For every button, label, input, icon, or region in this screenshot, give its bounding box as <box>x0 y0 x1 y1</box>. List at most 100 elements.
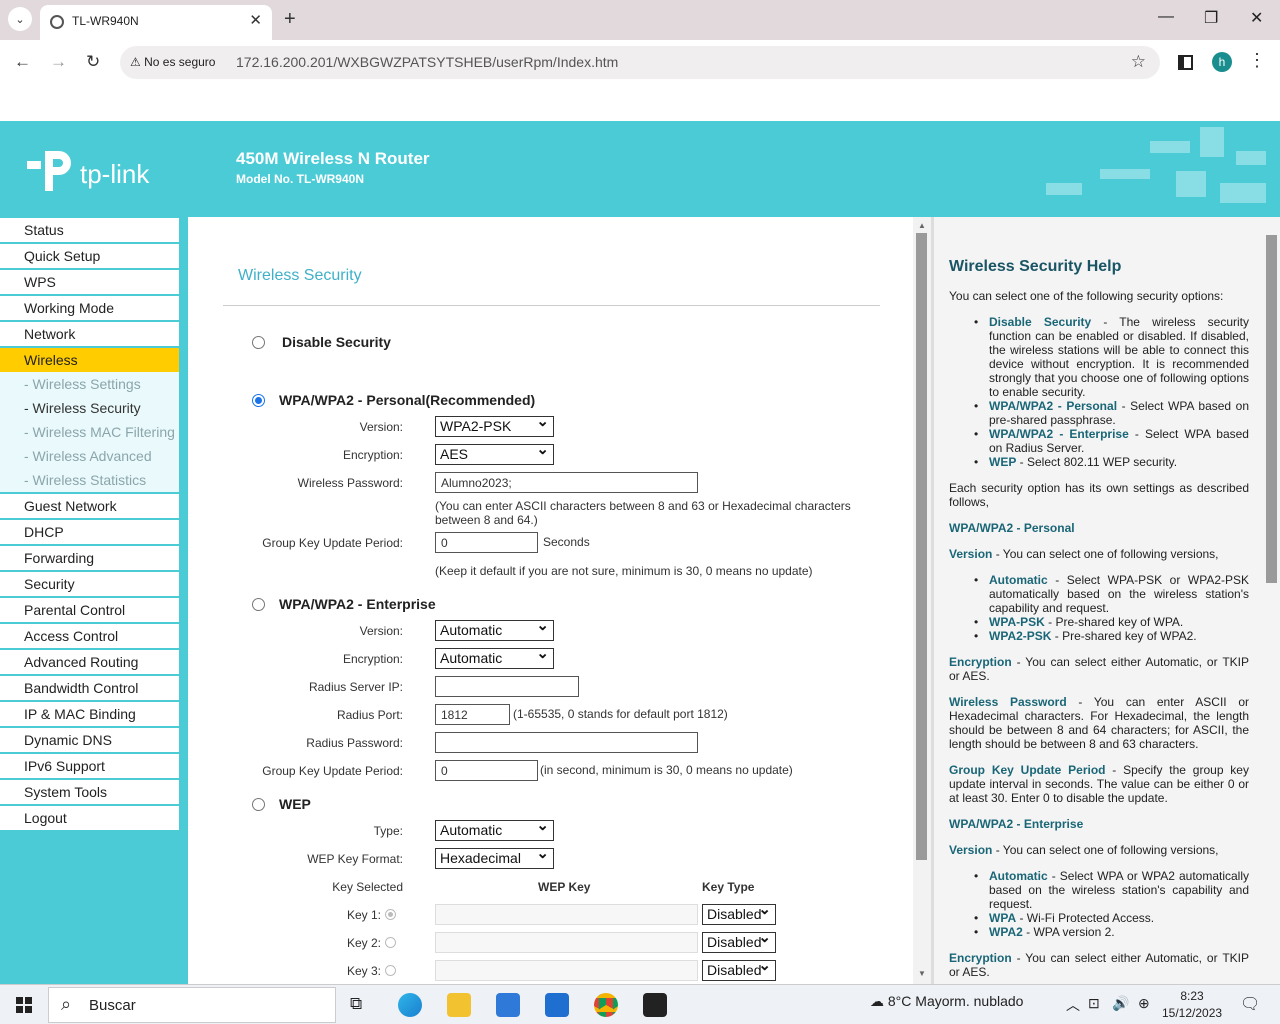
menu-item-ip-mac-binding[interactable]: IP & MAC Binding <box>0 702 179 726</box>
store-icon[interactable] <box>496 993 520 1017</box>
browser-tab[interactable]: TL-WR940N ✕ <box>40 5 272 40</box>
main-scrollbar[interactable]: ▲ ▼ <box>913 217 931 984</box>
address-bar[interactable]: ⚠ No es seguro 172.16.200.201/WXBGWZPATS… <box>120 46 1160 79</box>
key-1-type-select[interactable]: Disabled <box>702 900 776 925</box>
radius-ip-input[interactable] <box>435 676 579 697</box>
network-icon[interactable]: ⊡ <box>1088 995 1100 1012</box>
radius-port-input[interactable]: 1812 <box>435 704 510 725</box>
submenu-wireless-settings[interactable]: - Wireless Settings <box>0 372 179 396</box>
scroll-down-icon[interactable]: ▼ <box>918 969 926 978</box>
menu-item-system-tools[interactable]: System Tools <box>0 780 179 804</box>
profile-avatar[interactable]: h <box>1212 52 1232 72</box>
menu-item-dhcp[interactable]: DHCP <box>0 520 179 544</box>
language-icon[interactable]: ⊕ <box>1138 995 1150 1012</box>
weather-widget[interactable]: ☁ 8°C Mayorm. nublado <box>870 993 1023 1010</box>
menu-item-status[interactable]: Status <box>0 218 179 242</box>
menu-item-wireless[interactable]: Wireless <box>0 348 179 372</box>
menu-item-working-mode[interactable]: Working Mode <box>0 296 179 320</box>
notifications-icon[interactable]: 🗨 <box>1240 994 1260 1014</box>
wep-radio[interactable] <box>252 798 265 811</box>
menu-item-forwarding[interactable]: Forwarding <box>0 546 179 570</box>
wep-type-select[interactable]: Automatic <box>435 816 554 841</box>
key-1-radio[interactable] <box>385 909 396 920</box>
reload-icon[interactable]: ↻ <box>86 52 100 72</box>
menu-item-advanced-routing[interactable]: Advanced Routing <box>0 650 179 674</box>
personal-version-select[interactable]: WPA2-PSK <box>435 412 554 437</box>
menu-item-bandwidth-control[interactable]: Bandwidth Control <box>0 676 179 700</box>
wpa-enterprise-radio[interactable] <box>252 598 265 611</box>
window-close-icon[interactable]: ✕ <box>1250 8 1263 28</box>
help-version-item: Automatic - Select WPA-PSK or WPA2-PSK a… <box>974 573 1249 615</box>
task-view-icon[interactable]: ⧉ <box>350 994 362 1014</box>
disable-security-radio[interactable] <box>252 336 265 349</box>
restore-icon[interactable]: ❐ <box>1204 8 1218 28</box>
radius-password-input[interactable] <box>435 732 698 753</box>
mail-icon[interactable] <box>545 993 569 1017</box>
seconds-label: Seconds <box>543 535 590 549</box>
minimize-icon[interactable]: — <box>1158 8 1174 26</box>
submenu-wireless-advanced[interactable]: - Wireless Advanced <box>0 444 179 468</box>
globe-icon <box>50 15 64 29</box>
key-2-type-select[interactable]: Disabled <box>702 928 776 953</box>
volume-icon[interactable]: 🔊 <box>1112 995 1129 1012</box>
edge-icon[interactable] <box>398 993 422 1017</box>
key-1-input[interactable] <box>435 904 698 925</box>
header-decoration <box>1046 183 1082 195</box>
key-3-input[interactable] <box>435 960 698 981</box>
main-scrollbar-thumb[interactable] <box>916 233 927 860</box>
bookmark-star-icon[interactable]: ☆ <box>1131 52 1146 72</box>
browser-toolbar: ← → ↻ ⚠ No es seguro 172.16.200.201/WXBG… <box>0 40 1280 86</box>
menu-item-parental-control[interactable]: Parental Control <box>0 598 179 622</box>
browser-menu-icon[interactable]: ⋮ <box>1248 50 1266 71</box>
menu-item-quick-setup[interactable]: Quick Setup <box>0 244 179 268</box>
new-tab-plus-icon[interactable]: + <box>284 8 296 31</box>
menu-item-dynamic-dns[interactable]: Dynamic DNS <box>0 728 179 752</box>
key-2-input[interactable] <box>435 932 698 953</box>
enterprise-gkup-note: (in second, minimum is 30, 0 means no up… <box>540 763 793 777</box>
help-scrollbar-thumb[interactable] <box>1266 235 1277 583</box>
clock-time: 8:23 <box>1180 989 1204 1003</box>
security-label: No es seguro <box>144 55 216 69</box>
back-arrow-icon[interactable]: ← <box>14 52 31 72</box>
key-2-radio[interactable] <box>385 937 396 948</box>
tab-search-chevron-icon[interactable]: ⌄ <box>8 7 32 31</box>
menu-item-ipv6-support[interactable]: IPv6 Support <box>0 754 179 778</box>
radius-port-note: (1-65535, 0 stands for default port 1812… <box>513 707 728 721</box>
menu-item-guest-network[interactable]: Guest Network <box>0 494 179 518</box>
enterprise-encryption-select[interactable]: Automatic <box>435 644 554 669</box>
scroll-up-icon[interactable]: ▲ <box>918 221 926 230</box>
menu-item-security[interactable]: Security <box>0 572 179 596</box>
url-text[interactable]: 172.16.200.201/WXBGWZPATSYTSHEB/userRpm/… <box>236 54 618 70</box>
tab-close-icon[interactable]: ✕ <box>249 11 262 29</box>
help-option: WPA/WPA2 - Personal - Select WPA based o… <box>974 399 1249 427</box>
forward-arrow-icon[interactable]: → <box>50 52 67 72</box>
menu-item-network[interactable]: Network <box>0 322 179 346</box>
enterprise-gkup-input[interactable]: 0 <box>435 760 538 781</box>
chrome-icon[interactable] <box>594 993 618 1017</box>
wireless-password-input[interactable]: Alumno2023; <box>435 472 698 493</box>
terminal-icon[interactable] <box>643 993 667 1017</box>
menu-item-logout[interactable]: Logout <box>0 806 179 830</box>
submenu-wireless-statistics[interactable]: - Wireless Statistics <box>0 468 179 492</box>
help-term: Automatic <box>989 869 1048 883</box>
windows-start-icon[interactable] <box>16 997 32 1013</box>
help-each: Each security option has its own setting… <box>949 481 1249 509</box>
menu-item-access-control[interactable]: Access Control <box>0 624 179 648</box>
wpa-personal-radio[interactable] <box>252 394 265 407</box>
submenu-wireless-mac-filtering[interactable]: - Wireless MAC Filtering <box>0 420 179 444</box>
side-panel-icon[interactable] <box>1178 55 1193 70</box>
key-3-type-select[interactable]: Disabled <box>702 956 776 981</box>
file-explorer-icon[interactable] <box>447 993 471 1017</box>
not-secure-chip[interactable]: ⚠ No es seguro <box>130 55 215 69</box>
menu-item-wps[interactable]: WPS <box>0 270 179 294</box>
key-3-radio[interactable] <box>385 965 396 976</box>
taskbar-search[interactable]: ⌕ Buscar <box>48 987 336 1023</box>
submenu-wireless-security[interactable]: - Wireless Security <box>0 396 179 420</box>
personal-gkup-input[interactable]: 0 <box>435 532 538 553</box>
taskbar-clock[interactable]: 8:23 15/12/2023 <box>1162 988 1222 1022</box>
wep-format-select[interactable]: Hexadecimal <box>435 844 554 869</box>
enterprise-version-select[interactable]: Automatic <box>435 616 554 641</box>
personal-encryption-select[interactable]: AES <box>435 440 554 465</box>
logo-text: tp-link <box>80 159 150 189</box>
tray-chevron-icon[interactable]: ︿ <box>1066 995 1080 1015</box>
